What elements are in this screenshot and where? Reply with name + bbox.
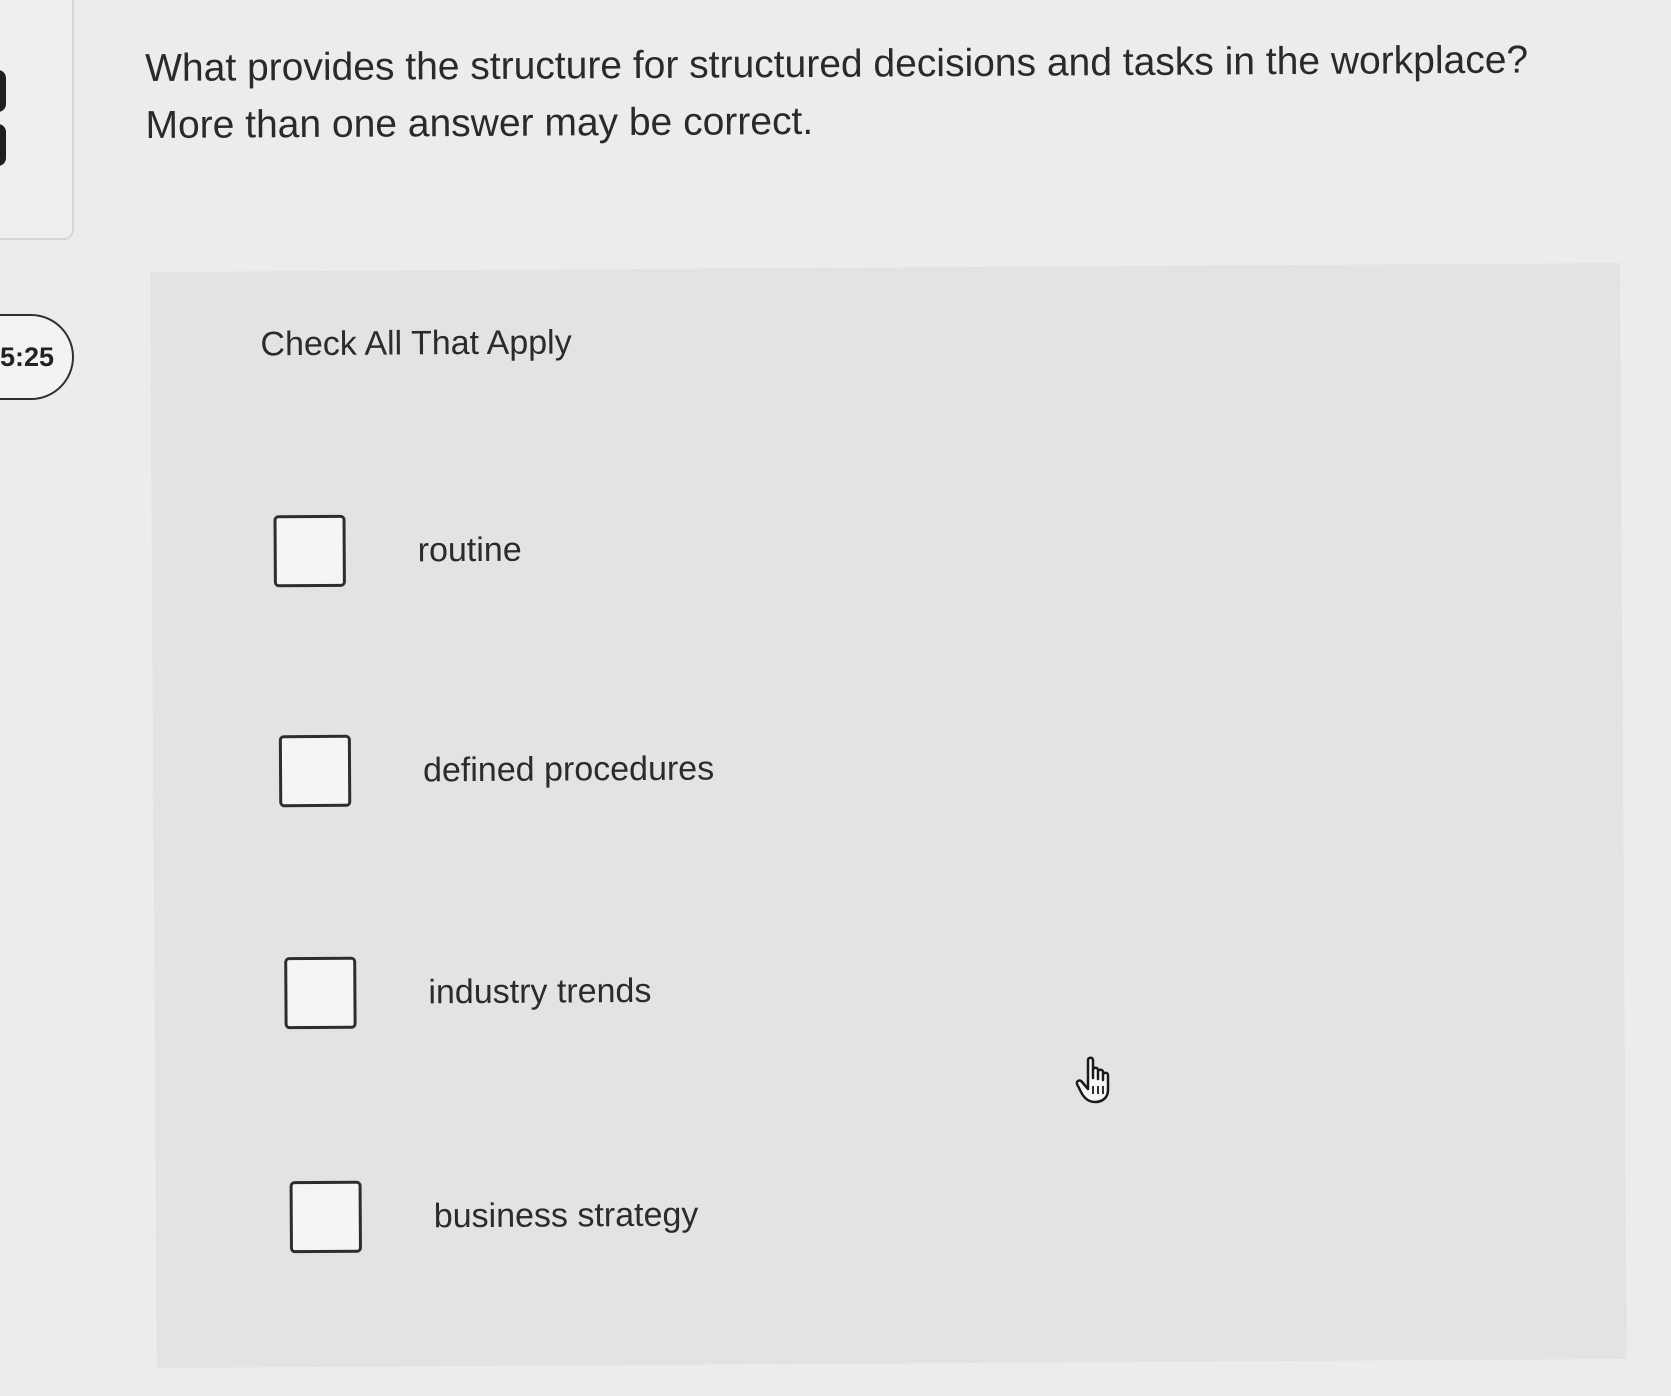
option-label[interactable]: business strategy xyxy=(434,1195,699,1236)
nav-marker xyxy=(0,124,6,166)
answer-options-panel: Check All That Apply routine defined pro… xyxy=(150,263,1627,1368)
hand-pointer-icon xyxy=(1075,1056,1110,1104)
checkbox-routine[interactable] xyxy=(273,514,346,588)
option-routine[interactable]: routine xyxy=(273,514,522,588)
checkbox-defined-procedures[interactable] xyxy=(278,734,352,808)
timer-value: 5:25 xyxy=(0,341,54,372)
option-business-strategy[interactable]: business strategy xyxy=(289,1179,699,1254)
option-label[interactable]: routine xyxy=(418,530,522,570)
checkbox-industry-trends[interactable] xyxy=(284,956,357,1030)
question-line-2: More than one answer may be correct. xyxy=(145,99,814,147)
option-label[interactable]: defined procedures xyxy=(423,749,714,790)
question-text: What provides the structure for structur… xyxy=(145,31,1626,154)
timer-badge: 5:25 xyxy=(0,314,74,400)
option-industry-trends[interactable]: industry trends xyxy=(284,955,652,1030)
instruction-label: Check All That Apply xyxy=(260,323,572,364)
option-defined-procedures[interactable]: defined procedures xyxy=(278,733,715,808)
nav-marker xyxy=(0,70,6,112)
side-question-nav-panel[interactable] xyxy=(0,0,74,240)
question-line-1: What provides the structure for structur… xyxy=(145,38,1529,90)
option-label[interactable]: industry trends xyxy=(428,971,651,1011)
checkbox-business-strategy[interactable] xyxy=(289,1180,362,1254)
